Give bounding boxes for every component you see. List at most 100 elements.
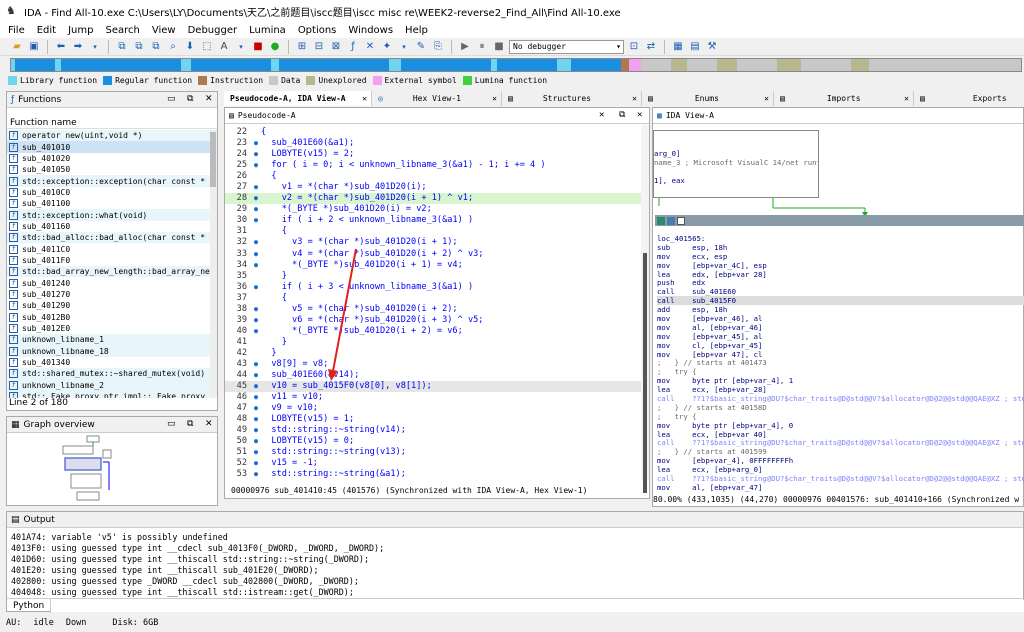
- asm-line[interactable]: call sub_401E60: [657, 287, 1024, 296]
- menu-help[interactable]: Help: [405, 25, 428, 36]
- restore-icon[interactable]: ⧉: [619, 110, 625, 120]
- pause-icon[interactable]: ⏸: [475, 40, 489, 54]
- mark-icon[interactable]: ⬚: [200, 40, 214, 54]
- tab-exports[interactable]: ▤ Exports: [914, 91, 1024, 106]
- breakpoint-marker[interactable]: ●: [251, 381, 261, 392]
- breakpoint-marker[interactable]: ●: [251, 160, 261, 171]
- asm-line[interactable]: ; } // starts at 401599: [657, 447, 1024, 456]
- function-list-item[interactable]: f operator new(uint,void *): [7, 130, 212, 142]
- code-line[interactable]: 26 {: [225, 171, 641, 182]
- breakpoint-marker[interactable]: ●: [251, 425, 261, 436]
- graph-icon[interactable]: ⊞: [295, 40, 309, 54]
- code-line[interactable]: 49 ● std::string::~string(v14);: [225, 425, 641, 436]
- tab-hex-view[interactable]: ◎ Hex View-1 ✕: [372, 91, 502, 106]
- stop-icon[interactable]: ■: [251, 40, 265, 54]
- code-line[interactable]: 43 ● v8[9] = v8;: [225, 359, 641, 370]
- code-line[interactable]: 30 ● if ( i + 2 < unknown_libname_3(&a1) …: [225, 215, 641, 226]
- functions-list[interactable]: f operator new(uint,void *) f sub_401010f su…: [7, 130, 212, 398]
- function-icon[interactable]: ƒ: [346, 40, 360, 54]
- code-line[interactable]: 32 ● v3 = *(char *)sub_401D20(i + 1);: [225, 237, 641, 248]
- function-list-item[interactable]: f sub_4011F0: [7, 255, 212, 266]
- asm-line[interactable]: ; try {: [657, 367, 1024, 376]
- function-list-item[interactable]: f unknown_libname_2: [7, 379, 212, 391]
- breakpoint-marker[interactable]: [251, 171, 261, 182]
- function-list-item[interactable]: f std::_Fake_proxy_ptr_impl::_Fake_proxy_…: [7, 390, 212, 398]
- asm-line[interactable]: lea ecx, [ebp+var_28]: [657, 385, 1024, 394]
- tab-imports[interactable]: ▤ Imports ✕: [774, 91, 914, 106]
- breakpoint-marker[interactable]: ●: [251, 326, 261, 337]
- tools-icon[interactable]: ⚒: [705, 40, 719, 54]
- breakpoint-marker[interactable]: ●: [251, 447, 261, 458]
- restore-icon[interactable]: ⧉: [187, 94, 193, 104]
- tab-enums[interactable]: ▤ Enums ✕: [642, 91, 774, 106]
- code-line[interactable]: 33 ● v4 = *(char *)sub_401D20(i + 2) ^ v3…: [225, 249, 641, 260]
- function-list-item[interactable]: f sub_4012B0: [7, 312, 212, 323]
- asm-line[interactable]: lea edx, [ebp+var_28]: [657, 270, 1024, 279]
- scrollbar-thumb[interactable]: [210, 132, 216, 187]
- asm-line[interactable]: lea ecx, [ebp+var_40]: [657, 430, 1024, 439]
- breakpoint-marker[interactable]: [251, 226, 261, 237]
- asm-line[interactable]: mov cl, [ebp+var_45]: [657, 341, 1024, 350]
- asm-line[interactable]: call ??1?$basic_string@DU?$char_traits@D…: [657, 394, 1024, 403]
- code-line[interactable]: 29 ● *(_BYTE *)sub_401D20(i) = v2;: [225, 204, 641, 215]
- breakpoint-marker[interactable]: [251, 127, 261, 138]
- breakpoint-marker[interactable]: [251, 271, 261, 282]
- sync-icon[interactable]: ⇄: [644, 40, 658, 54]
- close-icon[interactable]: ✕: [632, 94, 637, 103]
- save-icon[interactable]: ▣: [27, 40, 41, 54]
- function-list-item[interactable]: f std::bad_alloc::bad_alloc(char const * …: [7, 232, 212, 244]
- node-color-icon[interactable]: [657, 216, 665, 225]
- breakpoint-marker[interactable]: ●: [251, 315, 261, 326]
- go-icon[interactable]: ●: [268, 40, 282, 54]
- function-list-item[interactable]: f sub_4012E0: [7, 323, 212, 334]
- graph-overview-canvas[interactable]: [7, 434, 217, 506]
- scrollbar-thumb[interactable]: [643, 253, 647, 493]
- function-list-item[interactable]: f sub_401160: [7, 221, 212, 232]
- float-icon[interactable]: ▭: [167, 419, 176, 429]
- text-icon[interactable]: A: [217, 40, 231, 54]
- search-next-icon[interactable]: ⧉: [149, 40, 163, 54]
- function-list-item[interactable]: f sub_4010C0: [7, 187, 212, 198]
- structure-icon[interactable]: ⊠: [329, 40, 343, 54]
- code-line[interactable]: 52 ● v15 = -1;: [225, 458, 641, 469]
- close-icon[interactable]: ✕: [904, 94, 909, 103]
- function-list-item[interactable]: f sub_401010: [7, 141, 212, 153]
- breakpoint-marker[interactable]: ●: [251, 392, 261, 403]
- code-line[interactable]: 23 ● sub_401E60(&a1);: [225, 138, 641, 149]
- menu-debugger[interactable]: Debugger: [188, 25, 238, 36]
- code-line[interactable]: 46 ● v11 = v10;: [225, 392, 641, 403]
- code-line[interactable]: 24 ● LOBYTE(v15) = 2;: [225, 149, 641, 160]
- breakpoint-marker[interactable]: [251, 293, 261, 304]
- breakpoint-marker[interactable]: [251, 337, 261, 348]
- menu-lumina[interactable]: Lumina: [249, 25, 286, 36]
- asm-line[interactable]: mov al, [ebp+var_47]: [657, 483, 1024, 492]
- disassembly-node[interactable]: loc_401565: sub esp, 18h mov ecx, esp mov […: [655, 234, 1024, 492]
- stop-debugger-icon[interactable]: ■: [492, 40, 506, 54]
- dropdown-icon[interactable]: ▾: [397, 40, 411, 54]
- breakpoint-marker[interactable]: ●: [251, 370, 261, 381]
- menu-windows[interactable]: Windows: [348, 25, 393, 36]
- output-log[interactable]: 401A74: variable 'v5' is possibly undefi…: [11, 532, 1011, 598]
- search-direction[interactable]: Down: [66, 618, 86, 628]
- code-line[interactable]: 40 ● *(_BYTE *)sub_401D20(i + 2) = v6;: [225, 326, 641, 337]
- top-graph-node[interactable]: arg_0] name_3 ; Microsoft VisualC 14/net…: [653, 130, 819, 198]
- script-icon[interactable]: ⎘: [431, 40, 445, 54]
- breakpoint-marker[interactable]: ●: [251, 149, 261, 160]
- function-list-item[interactable]: f unknown_libname_18: [7, 345, 212, 357]
- close-icon[interactable]: ✕: [362, 94, 367, 103]
- function-list-item[interactable]: f sub_401340: [7, 357, 212, 368]
- asm-line[interactable]: push edx: [657, 278, 1024, 288]
- asm-line[interactable]: call ??1?$basic_string@DU?$char_traits@D…: [657, 438, 1024, 448]
- function-list-item[interactable]: f std::exception::what(void): [7, 209, 212, 221]
- debugger-options-icon[interactable]: ⊡: [627, 40, 641, 54]
- code-line[interactable]: 31 {: [225, 226, 641, 237]
- pseudocode-editor[interactable]: 22 {23 ● sub_401E60(&a1); 24 ● LOBYTE(v15) =…: [225, 127, 641, 479]
- code-line[interactable]: 42 }: [225, 348, 641, 359]
- asm-line[interactable]: mov [ebp+var_47], cl: [657, 350, 1024, 359]
- code-line[interactable]: 41 }: [225, 337, 641, 348]
- asm-line[interactable]: ; } // starts at 401473: [657, 358, 1024, 368]
- close-icon[interactable]: ✕: [764, 94, 769, 103]
- asm-line[interactable]: loc_401565:: [657, 234, 1024, 243]
- code-line[interactable]: 44 ● sub_401E60(&v14);: [225, 370, 641, 381]
- asm-line[interactable]: mov byte ptr [ebp+var_4], 0: [657, 421, 1024, 430]
